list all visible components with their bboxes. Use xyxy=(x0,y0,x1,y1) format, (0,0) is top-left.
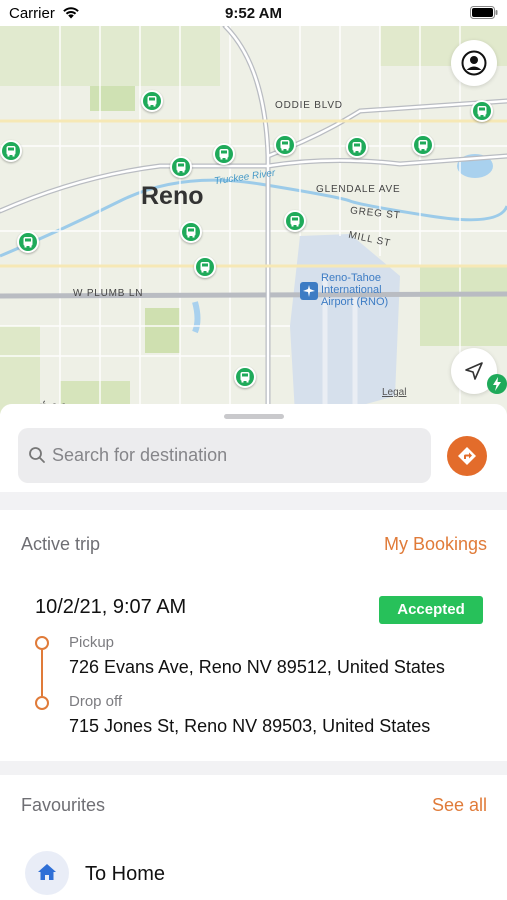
favourites-section: Favourites See all To Home xyxy=(0,775,507,900)
directions-button[interactable] xyxy=(447,436,487,476)
city-label: Reno xyxy=(141,182,204,210)
favourite-label: To Home xyxy=(85,863,166,885)
search-input[interactable] xyxy=(52,428,422,483)
bus-stop-icon[interactable] xyxy=(234,366,256,388)
bus-stop-icon[interactable] xyxy=(284,210,306,232)
sheet-grabber[interactable] xyxy=(224,414,284,419)
bus-stop-icon[interactable] xyxy=(17,231,39,253)
map-view[interactable]: ODDIE BLVD GLENDALE AVE GREG ST MILL ST … xyxy=(0,26,507,414)
route-line xyxy=(41,650,43,696)
search-area xyxy=(0,404,507,492)
airplane-icon xyxy=(300,282,318,300)
street-label: GLENDALE AVE xyxy=(316,184,401,195)
airport-label-line: International xyxy=(321,284,382,296)
pickup-address: 726 Evans Ave, Reno NV 89512, United Sta… xyxy=(69,657,445,677)
bottom-sheet: Active trip My Bookings 10/2/21, 9:07 AM… xyxy=(0,404,507,900)
dropoff-marker-icon xyxy=(35,696,49,710)
bus-stop-icon[interactable] xyxy=(170,156,192,178)
status-bar: Carrier 9:52 AM xyxy=(0,0,507,28)
profile-button[interactable] xyxy=(451,40,497,86)
dropoff-label: Drop off xyxy=(69,693,123,710)
battery-icon xyxy=(470,6,498,23)
trip-datetime: 10/2/21, 9:07 AM xyxy=(35,596,187,618)
bus-stop-icon[interactable] xyxy=(471,100,493,122)
pickup-label: Pickup xyxy=(69,634,115,651)
bus-stop-icon[interactable] xyxy=(346,136,368,158)
search-icon xyxy=(29,447,45,463)
bus-stop-icon[interactable] xyxy=(180,221,202,243)
bus-stop-icon[interactable] xyxy=(213,143,235,165)
bus-stop-icon[interactable] xyxy=(141,90,163,112)
bus-stop-icon[interactable] xyxy=(274,134,296,156)
directions-icon xyxy=(458,447,476,465)
dropoff-address: 715 Jones St, Reno NV 89503, United Stat… xyxy=(69,716,431,736)
legal-link[interactable]: Legal xyxy=(382,387,406,398)
favourites-heading: Favourites xyxy=(21,795,106,815)
bus-stop-icon[interactable] xyxy=(0,140,22,162)
search-bar[interactable] xyxy=(18,428,431,483)
location-arrow-icon xyxy=(465,362,483,380)
home-icon xyxy=(25,851,69,895)
airport-label-line: Reno-Tahoe xyxy=(321,272,381,284)
see-all-link[interactable]: See all xyxy=(432,795,487,816)
street-label: ODDIE BLVD xyxy=(275,100,343,111)
charging-station-icon[interactable] xyxy=(487,374,507,394)
bus-stop-icon[interactable] xyxy=(412,134,434,156)
status-badge: Accepted xyxy=(379,596,483,624)
active-trip-section: Active trip My Bookings 10/2/21, 9:07 AM… xyxy=(0,510,507,761)
clock: 9:52 AM xyxy=(225,5,282,22)
map-roads xyxy=(0,26,507,414)
person-circle-icon xyxy=(461,50,487,76)
active-trip-heading: Active trip xyxy=(21,534,101,554)
airport-label-line: Airport (RNO) xyxy=(321,296,389,308)
street-label: W PLUMB LN xyxy=(73,288,144,299)
my-bookings-link[interactable]: My Bookings xyxy=(384,534,487,555)
bus-stop-icon[interactable] xyxy=(194,256,216,278)
pickup-marker-icon xyxy=(35,636,49,650)
